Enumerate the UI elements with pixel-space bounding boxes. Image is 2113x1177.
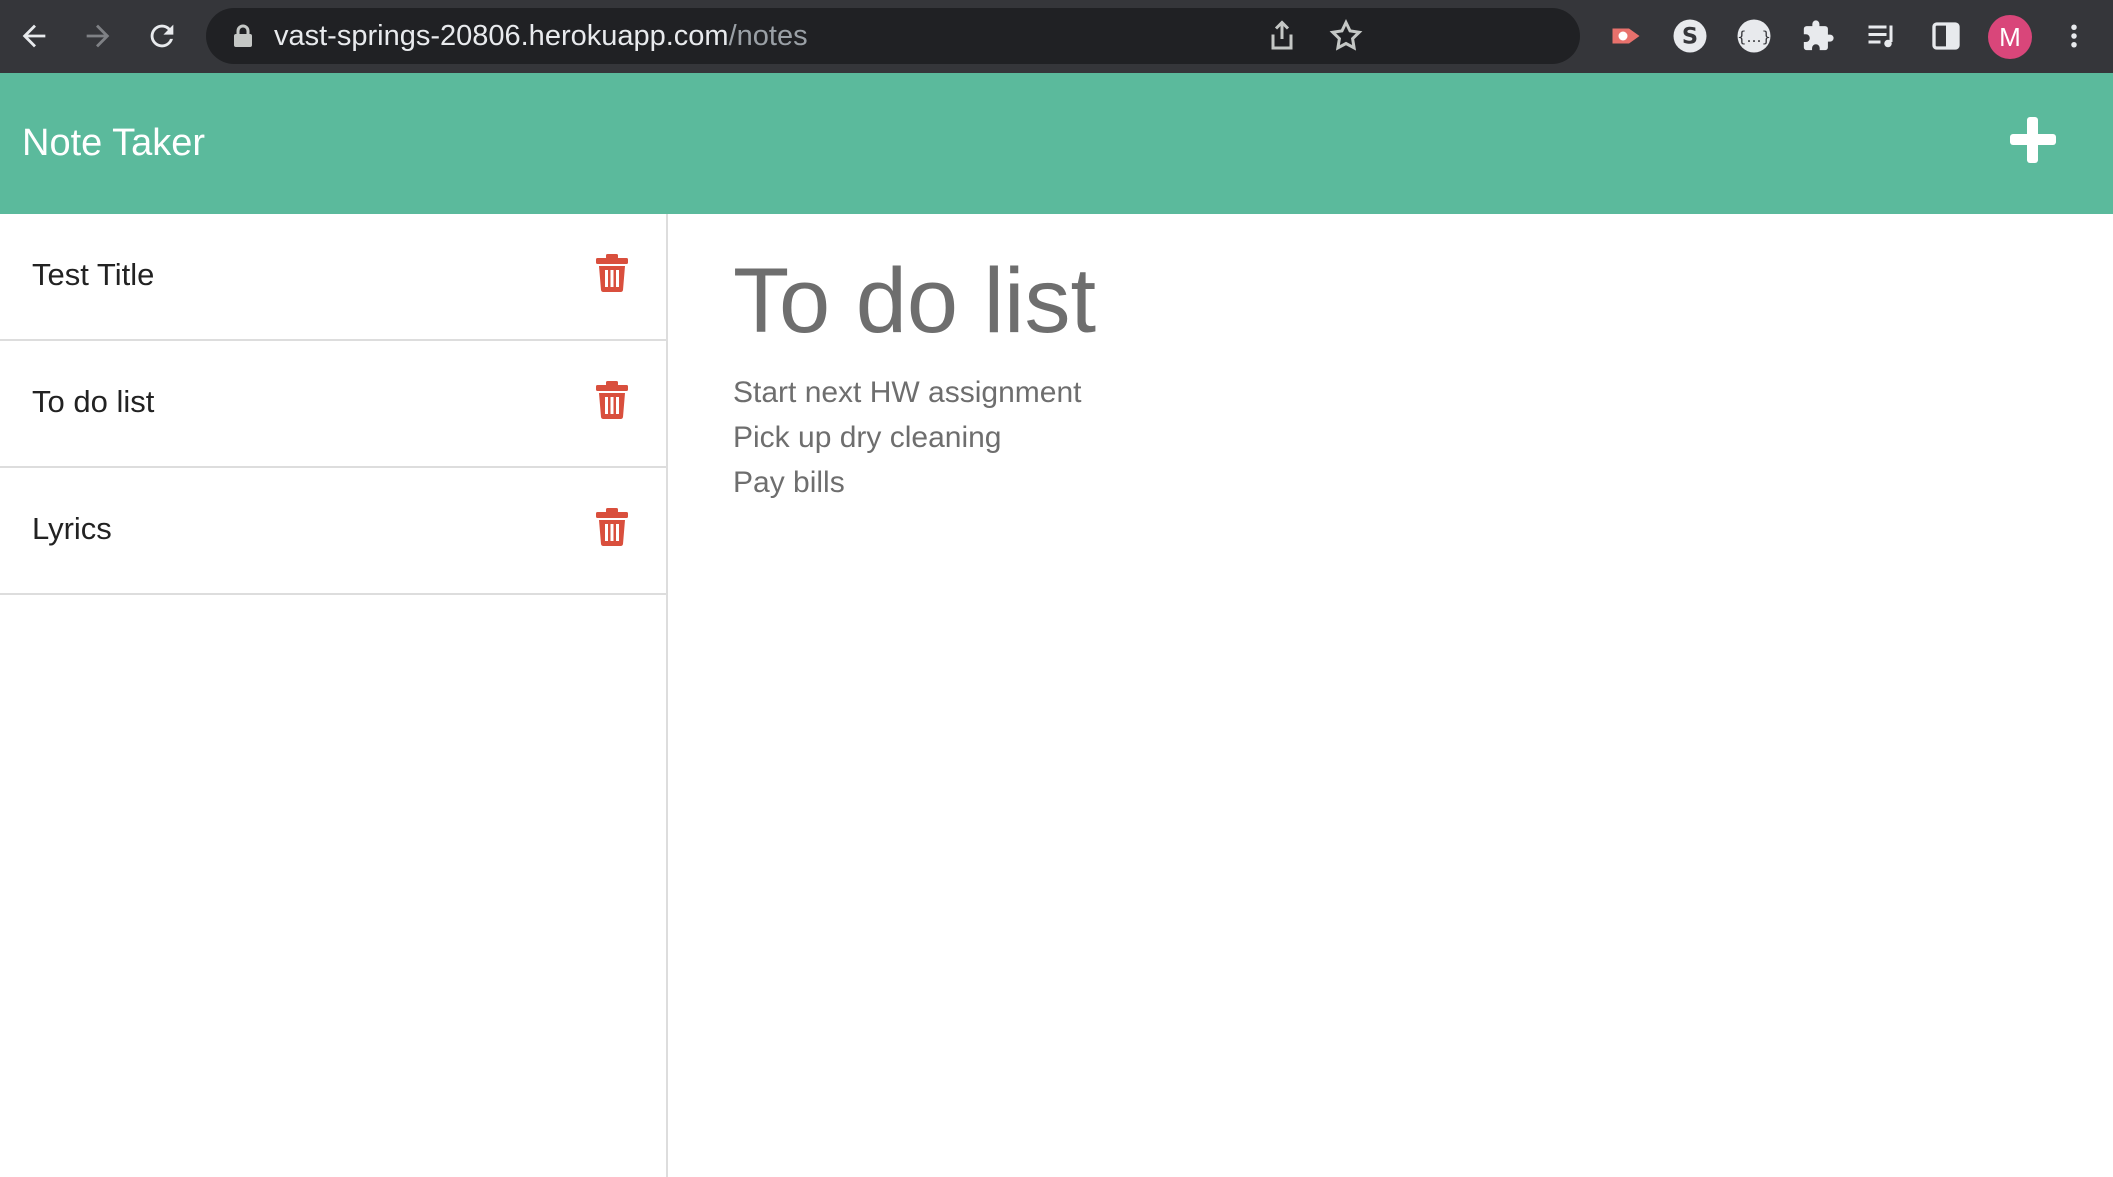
reload-icon (150, 24, 174, 48)
new-note-plus-icon[interactable] (2010, 117, 2056, 163)
note-list-item-title: Test Title (32, 257, 155, 292)
profile-avatar[interactable]: M (1988, 15, 2032, 59)
note-list-item[interactable]: Test Title (0, 214, 666, 341)
side-panel-icon[interactable] (1924, 14, 1968, 58)
lock-icon (234, 24, 252, 47)
app-title[interactable]: Note Taker (22, 120, 205, 166)
extensions-puzzle-icon[interactable] (1796, 14, 1840, 58)
svg-text:{…}: {…} (1737, 28, 1771, 46)
note-list-item-title: To do list (32, 384, 155, 419)
url-host: vast-springs-20806.herokuapp.com (274, 20, 729, 52)
note-list-item[interactable]: Lyrics (0, 468, 666, 595)
note-text-line: Pay bills (733, 466, 845, 499)
url-text: vast-springs-20806.herokuapp.com/notes (274, 21, 808, 51)
svg-text:S: S (1682, 24, 1698, 50)
extension-s-icon[interactable]: S (1668, 14, 1712, 58)
more-menu-icon[interactable] (2052, 14, 2096, 58)
bookmark-star-icon[interactable] (1328, 18, 1364, 54)
note-list-item[interactable]: To do list (0, 341, 666, 468)
trash-icon[interactable] (596, 254, 628, 292)
extension-json-icon[interactable]: {…} (1732, 14, 1776, 58)
arrow-right-icon (86, 24, 110, 48)
media-queue-icon[interactable] (1860, 14, 1904, 58)
address-bar[interactable]: vast-springs-20806.herokuapp.com/notes (206, 8, 1580, 64)
note-list-item-title: Lyrics (32, 511, 112, 546)
arrow-left-icon (22, 24, 46, 48)
forward-button[interactable] (74, 12, 122, 60)
note-title-input[interactable]: To do list (733, 246, 1096, 356)
note-text-line: Start next HW assignment (733, 376, 1082, 409)
note-list: Test Title To do list Lyrics (0, 214, 668, 1177)
app-navbar: Note Taker (0, 73, 2113, 214)
back-button[interactable] (10, 12, 58, 60)
trash-icon[interactable] (596, 381, 628, 419)
url-path: /notes (728, 20, 808, 52)
share-icon[interactable] (1264, 18, 1300, 54)
trash-icon[interactable] (596, 508, 628, 546)
extension-record-icon[interactable] (1604, 14, 1648, 58)
note-editor: To do list Start next HW assignment Pick… (670, 214, 2113, 1177)
note-text-area[interactable]: Start next HW assignment Pick up dry cle… (733, 370, 2033, 505)
note-text-line: Pick up dry cleaning (733, 421, 1002, 454)
reload-button[interactable] (138, 12, 186, 60)
browser-toolbar: vast-springs-20806.herokuapp.com/notes S… (0, 0, 2113, 73)
